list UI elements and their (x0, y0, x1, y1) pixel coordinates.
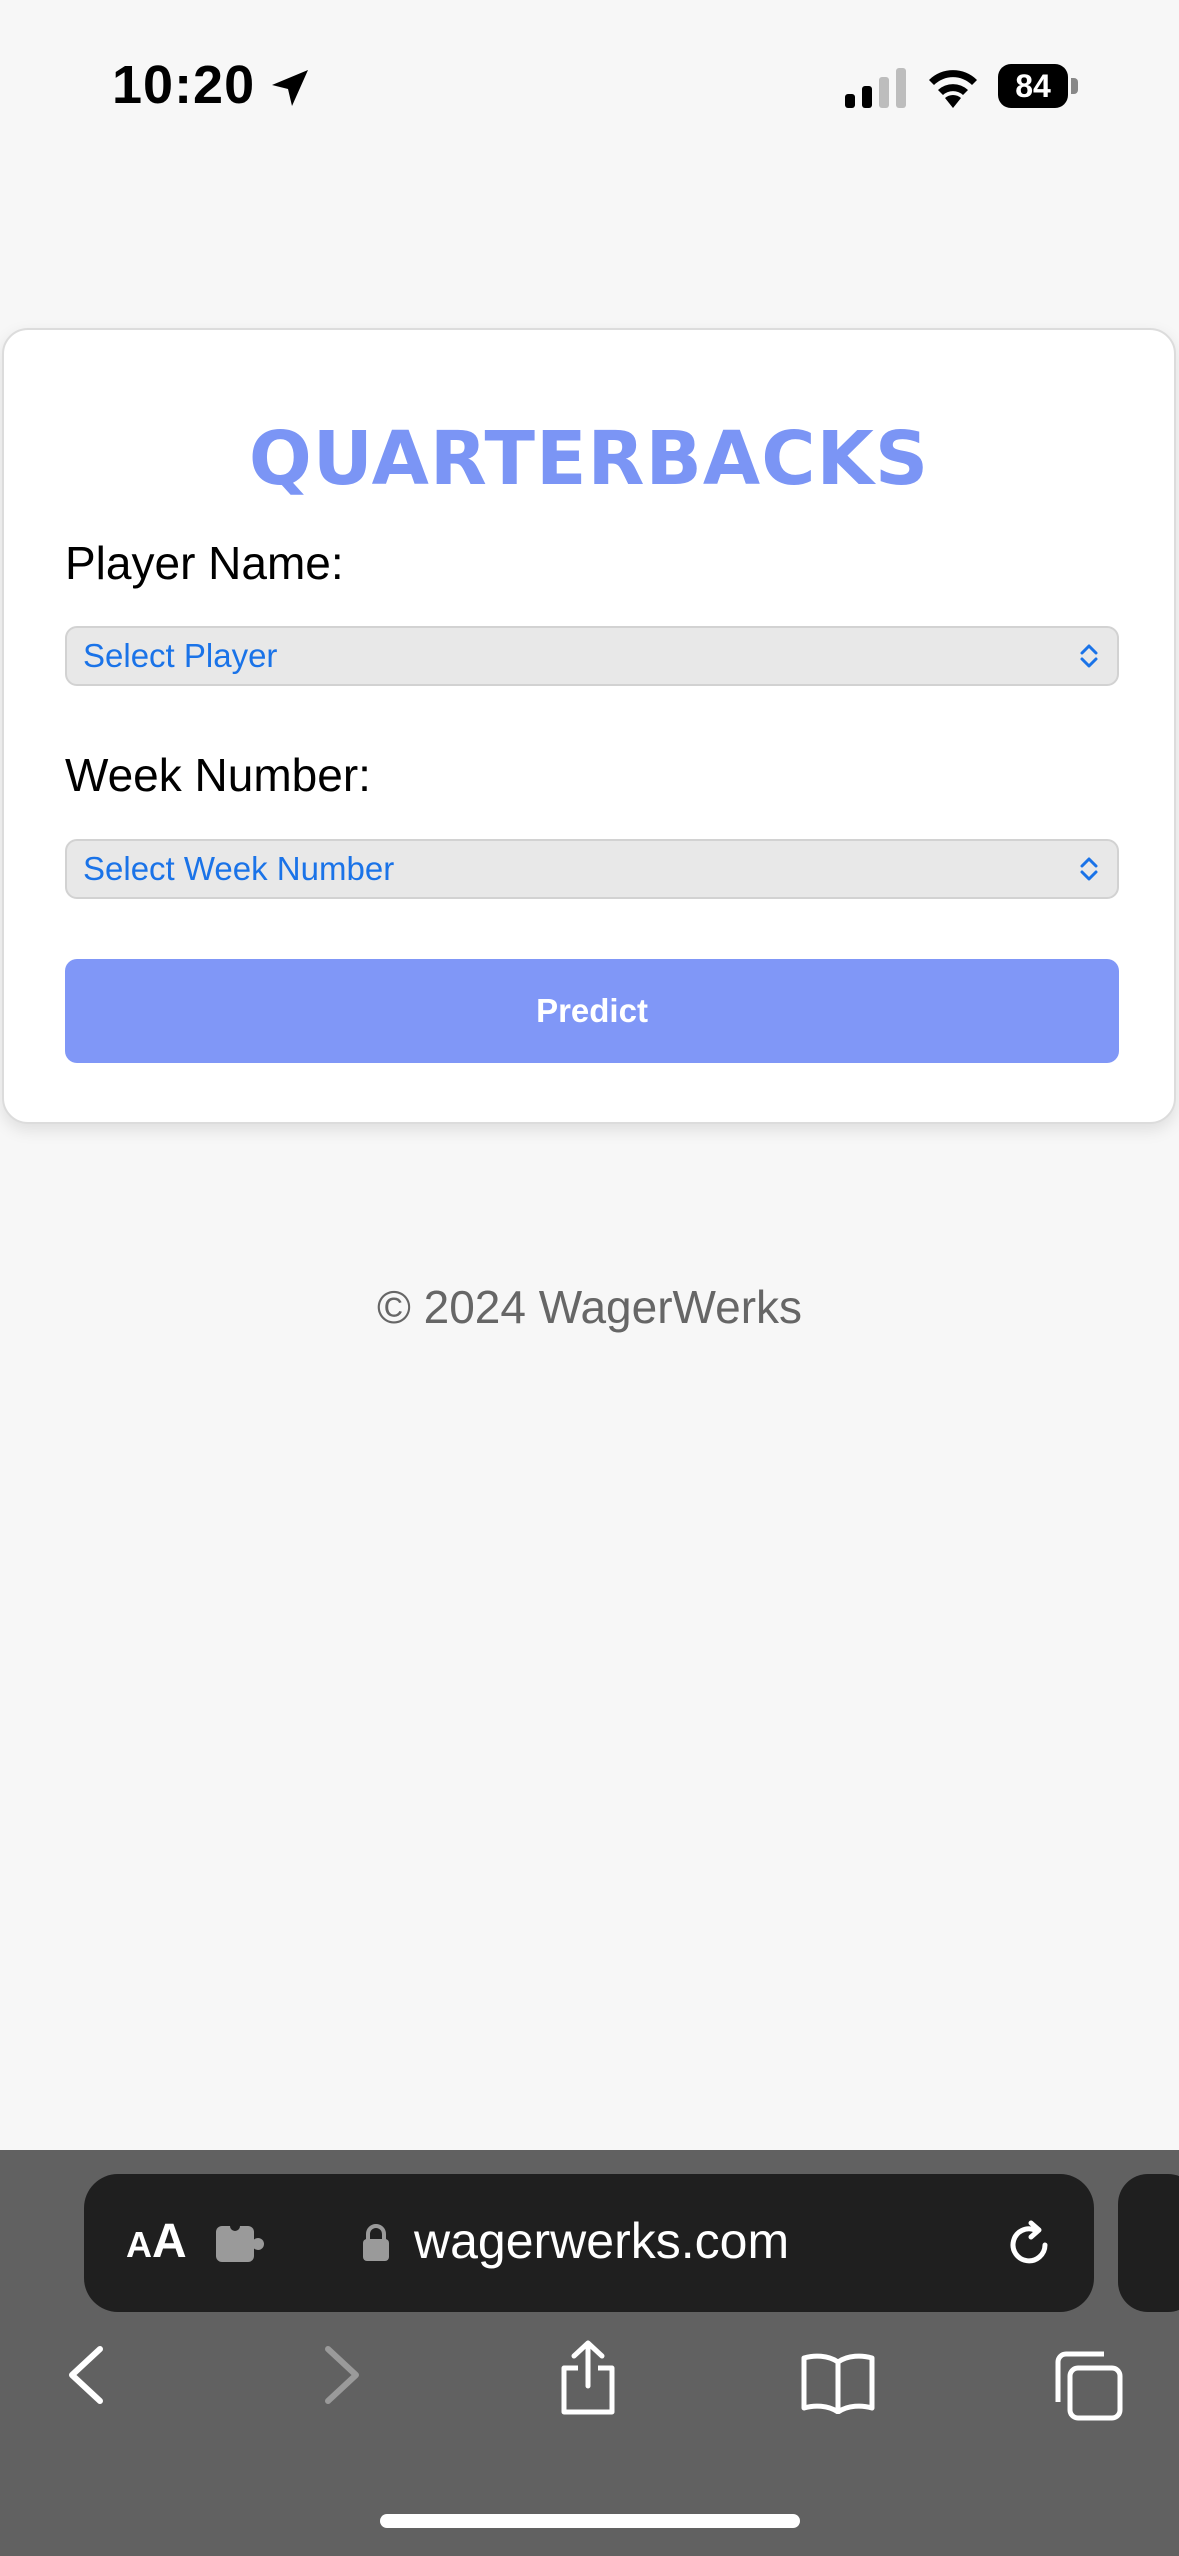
battery-icon: 84 (998, 64, 1080, 108)
url-text: wagerwerks.com (414, 2213, 790, 2269)
reader-settings-button[interactable]: AA (126, 2214, 187, 2269)
battery-level: 84 (1015, 68, 1051, 104)
share-icon[interactable] (556, 2340, 620, 2416)
card-title: QUARTERBACKS (248, 416, 930, 502)
chevron-up-down-icon (1080, 857, 1098, 881)
bookmarks-icon[interactable] (800, 2352, 876, 2414)
player-select-value: Select Player (83, 637, 278, 674)
extension-puzzle-icon[interactable] (214, 2222, 266, 2266)
aa-big-letter: A (152, 2215, 187, 2268)
back-icon[interactable] (64, 2345, 108, 2405)
prediction-card: QUARTERBACKS Player Name: Select Player … (2, 328, 1176, 1124)
status-time: 10:20 (112, 55, 256, 115)
address-bar[interactable]: AA wagerwerks.com (84, 2174, 1094, 2312)
cellular-signal-icon (845, 68, 906, 108)
week-number-label: Week Number: (65, 749, 371, 801)
reload-icon[interactable] (1002, 2218, 1056, 2272)
forward-icon[interactable] (320, 2345, 364, 2405)
chevron-up-down-icon (1080, 644, 1098, 668)
predict-button[interactable]: Predict (65, 959, 1119, 1063)
week-select-value: Select Week Number (83, 850, 395, 887)
status-bar: 10:20 84 (0, 0, 1179, 175)
footer-copyright: © 2024 WagerWerks (376, 1281, 803, 1333)
next-tab-preview[interactable] (1118, 2174, 1179, 2312)
lock-icon (363, 2224, 389, 2261)
week-select[interactable]: Select Week Number (65, 839, 1119, 899)
wifi-icon (929, 70, 977, 108)
player-name-label: Player Name: (65, 537, 344, 589)
home-indicator (380, 2514, 800, 2528)
location-arrow-icon (272, 70, 308, 106)
aa-small-letter: A (126, 2224, 152, 2265)
tabs-icon[interactable] (1052, 2350, 1124, 2422)
player-select[interactable]: Select Player (65, 626, 1119, 686)
